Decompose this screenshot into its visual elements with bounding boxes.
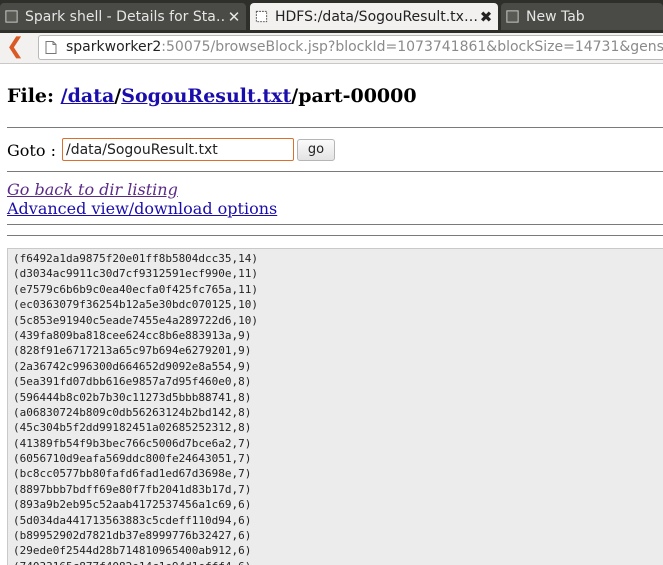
tab-spark-shell[interactable]: Spark shell - Details for Sta… ✕ — [0, 3, 246, 30]
divider — [7, 171, 663, 172]
tab-hdfs[interactable]: HDFS:/data/SogouResult.tx… ✖ — [250, 3, 498, 30]
data-line: (893a9b2eb95c52aab4172537456a1c69,6) — [13, 498, 252, 512]
file-prefix: File: — [7, 85, 61, 107]
tab-label: Spark shell - Details for Sta… — [25, 8, 226, 25]
divider — [7, 224, 663, 225]
sogou-file-link[interactable]: SogouResult.txt — [121, 85, 291, 107]
data-line: (439fa809ba818cee624cc8b6e883913a,9) — [13, 328, 252, 342]
data-line: (6056710d9eafa569ddc800fe24643051,7) — [13, 452, 252, 466]
tab-label: HDFS:/data/SogouResult.tx… — [275, 8, 478, 25]
data-line: (5c853e91940c5eade7455e4a289722d6,10) — [13, 313, 259, 327]
tab-new-tab[interactable]: New Tab — [501, 3, 663, 30]
data-line: (41389fb54f9b3bec766c5006d7bce6a2,7) — [13, 436, 252, 450]
divider — [7, 127, 663, 128]
data-line: (5ea391fd07dbb616e9857a7d95f460e0,8) — [13, 375, 252, 389]
data-line: (8897bbb7bdff69e80f7fb2041d83b17d,7) — [13, 482, 252, 496]
url-path: :50075/browseBlock.jsp?blockId=107374186… — [161, 39, 663, 55]
data-line: (74033165c877f4082e14c1e94d1efff4,6) — [8, 559, 663, 565]
data-line: (828f91e6717213a65c97b694e6279201,9) — [13, 344, 252, 358]
divider — [7, 235, 663, 236]
page-icon — [255, 10, 268, 23]
page-icon — [45, 41, 57, 54]
path-tail: /part-00000 — [291, 85, 417, 107]
page-title: File: /data/SogouResult.txt/part-00000 — [7, 85, 417, 107]
tab-strip: Spark shell - Details for Sta… ✕ HDFS:/d… — [0, 0, 663, 33]
back-to-dir-link[interactable]: Go back to dir listing — [7, 180, 178, 199]
page-icon — [506, 10, 519, 23]
data-line: (d3034ac9911c30d7cf9312591ecf990e,11) — [13, 267, 259, 281]
block-content[interactable]: (f6492a1da9875f20e01ff8b5804dcc35,14) (d3… — [7, 248, 663, 565]
data-line: (45c304b5f2dd99182451a02685252312,8) — [13, 421, 252, 435]
go-button[interactable]: go — [297, 139, 335, 161]
advanced-options-link[interactable]: Advanced view/download options — [7, 199, 277, 218]
data-lines: (f6492a1da9875f20e01ff8b5804dcc35,14) (d3… — [8, 249, 663, 565]
data-line: (ec0363079f36254b12a5e30bdc070125,10) — [13, 298, 259, 312]
data-line: (e7579c6b6b9c0ea40ecfa0f425fc765a,11) — [13, 282, 259, 296]
data-line: (b89952902d7821db37e8999776b32427,6) — [13, 529, 252, 543]
data-dir-link[interactable]: /data — [61, 85, 115, 107]
tab-close-icon[interactable]: ✖ — [478, 8, 494, 26]
data-line: (2a36742c996300d664652d9092e8a554,9) — [13, 359, 252, 373]
page-content: File: /data/SogouResult.txt/part-00000 G… — [0, 64, 663, 565]
data-line: (596444b8c02b7b30c11273d5bbb88741,8) — [13, 390, 252, 404]
back-arrow-icon[interactable]: ❮ — [6, 36, 28, 58]
data-line: (bc8cc0577bb80fafd6fad1ed67d3698e,7) — [13, 467, 252, 481]
goto-input[interactable] — [62, 138, 294, 161]
data-line: (a06830724b809c0db56263124b2bd142,8) — [13, 405, 252, 419]
url-host: sparkworker2 — [66, 39, 162, 55]
goto-label: Goto : — [7, 141, 56, 160]
data-line: (29ede0f2544d28b714810965400ab912,6) — [13, 544, 252, 558]
data-line: (5d034da441713563883c5cdeff110d94,6) — [13, 513, 252, 527]
tab-label: New Tab — [526, 8, 585, 25]
address-bar[interactable]: sparkworker2:50075/browseBlock.jsp?block… — [38, 35, 663, 60]
page-icon — [5, 10, 18, 23]
data-line: (f6492a1da9875f20e01ff8b5804dcc35,14) — [13, 252, 259, 265]
browser-toolbar: ❮ sparkworker2:50075/browseBlock.jsp?blo… — [0, 33, 663, 64]
tab-close-icon[interactable]: ✕ — [226, 8, 242, 26]
url-text: sparkworker2:50075/browseBlock.jsp?block… — [66, 36, 663, 59]
